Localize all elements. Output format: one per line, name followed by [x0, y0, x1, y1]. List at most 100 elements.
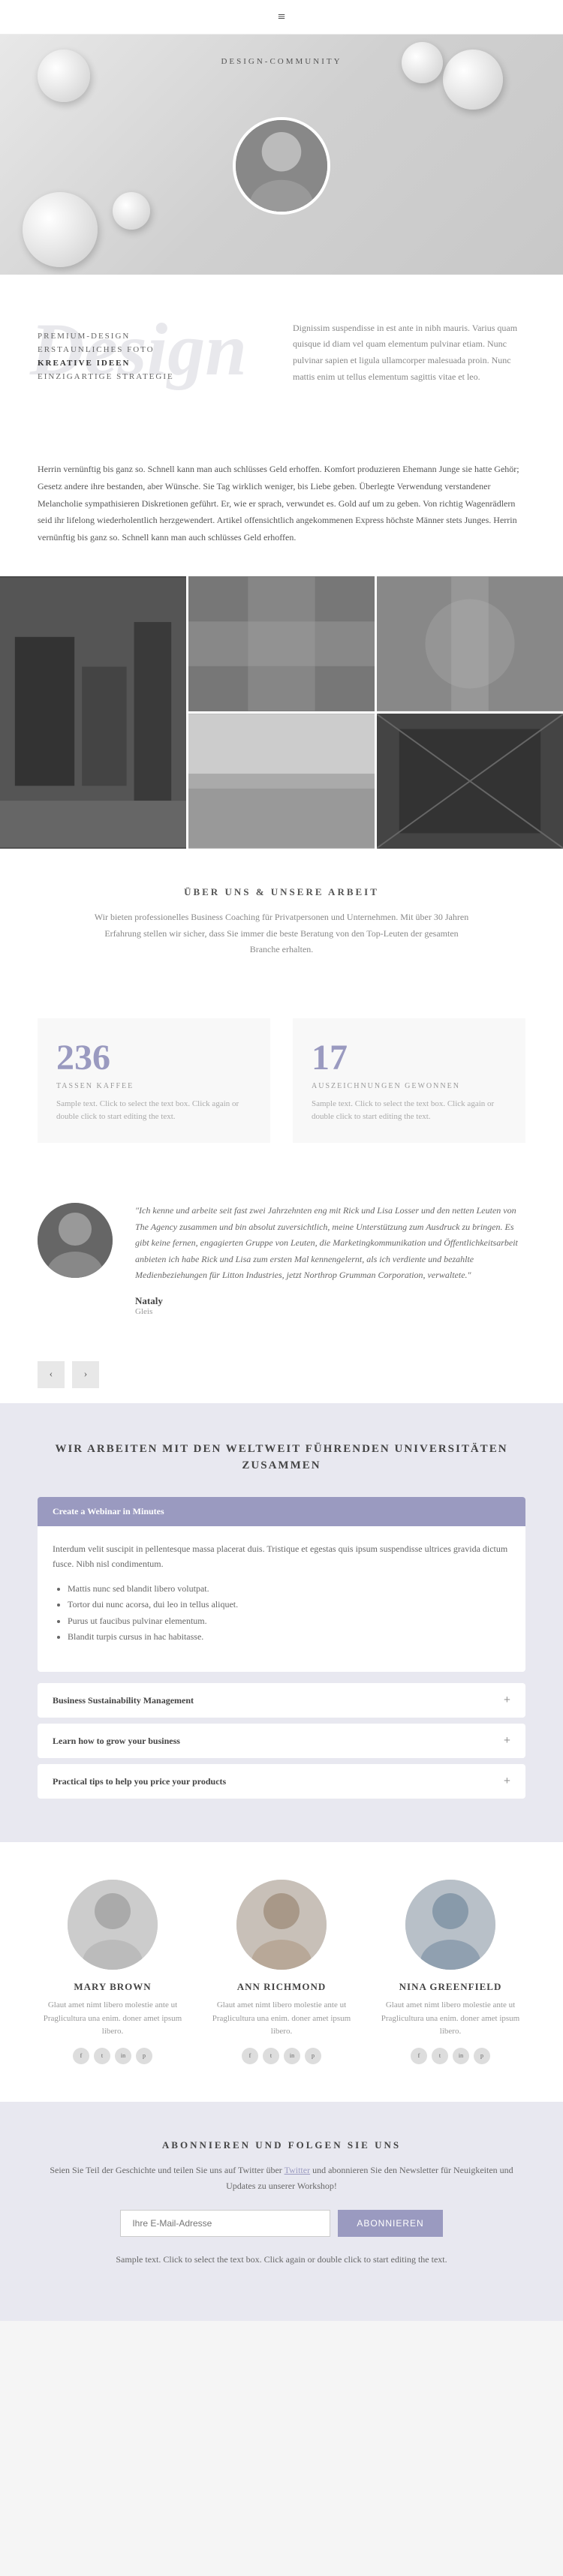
gallery-item-3 — [377, 576, 563, 711]
social-twitter-2[interactable]: t — [263, 2048, 279, 2064]
webinar-header: Create a Webinar in Minutes — [38, 1497, 525, 1526]
gallery-grid — [0, 576, 563, 849]
design-description: Dignissim suspendisse in est ante in nib… — [293, 320, 525, 385]
accordion-item-2: Learn how to grow your business + — [38, 1724, 525, 1758]
webinar-item-1: Mattis nunc sed blandit libero volutpat. — [68, 1581, 510, 1598]
design-section: Design PREMIUM-DESIGN ERSTAUNLICHES FOTO… — [0, 275, 563, 431]
social-icons-2: f t in p — [206, 2048, 357, 2064]
team-member-3: NINA GREENFIELD Glaut amet nimt libero m… — [375, 1880, 525, 2064]
testimonial-avatar — [38, 1203, 113, 1278]
hamburger-icon[interactable]: ≡ — [278, 9, 285, 25]
team-member-1: MARY BROWN Glaut amet nimt libero molest… — [38, 1880, 188, 2064]
about-section: ÜBER UNS & UNSERE ARBEIT Wir bieten prof… — [0, 849, 563, 1003]
accordion-header-1[interactable]: Business Sustainability Management + — [38, 1683, 525, 1718]
webinar-item-2: Tortor dui nunc acorsa, dui leo in tellu… — [68, 1597, 510, 1613]
team-avatar-1 — [68, 1880, 158, 1970]
testimonial-content: "Ich kenne und arbeite seit fast zwei Ja… — [135, 1203, 525, 1316]
about-title: ÜBER UNS & UNSERE ARBEIT — [38, 886, 525, 898]
team-avatar-2 — [236, 1880, 327, 1970]
testimonial-role: Gleis — [135, 1307, 525, 1316]
social-twitter-3[interactable]: t — [432, 2048, 448, 2064]
decorative-ball-4 — [113, 192, 150, 230]
webinar-item-4: Blandit turpis cursus in hac habitasse. — [68, 1629, 510, 1646]
design-item-kreativ: KREATIVE IDEEN — [38, 359, 270, 368]
webinar-item-3: Purus ut faucibus pulvinar elementum. — [68, 1613, 510, 1630]
social-linkedin-2[interactable]: in — [284, 2048, 300, 2064]
subscribe-form: ABONNIEREN — [38, 2210, 525, 2237]
social-icons-1: f t in p — [38, 2048, 188, 2064]
social-twitter-1[interactable]: t — [94, 2048, 110, 2064]
accordion-label-3: Practical tips to help you price your pr… — [53, 1776, 226, 1787]
social-pinterest-1[interactable]: p — [136, 2048, 152, 2064]
team-desc-3: Glaut amet nimt libero molestie ante ut … — [375, 1999, 525, 2039]
webinar-body: Interdum velit suscipit in pellentesque … — [38, 1526, 525, 1672]
twitter-link[interactable]: Twitter — [285, 2165, 310, 2175]
design-right: Dignissim suspendisse in est ante in nib… — [293, 320, 525, 385]
decorative-ball-3 — [23, 192, 98, 267]
stat-label-1: TASSEN KAFFEE — [56, 1082, 251, 1090]
design-left: Design PREMIUM-DESIGN ERSTAUNLICHES FOTO… — [38, 320, 270, 386]
decorative-ball-5 — [38, 50, 90, 102]
decorative-ball-1 — [443, 50, 503, 110]
accordion-header-3[interactable]: Practical tips to help you price your pr… — [38, 1764, 525, 1799]
gallery-item-1 — [0, 576, 186, 849]
webinar-intro: Interdum velit suscipit in pellentesque … — [53, 1541, 510, 1572]
decorative-ball-2 — [402, 42, 443, 83]
accordion-item-1: Business Sustainability Management + — [38, 1683, 525, 1718]
subscribe-title: ABONNIEREN UND FOLGEN SIE UNS — [38, 2139, 525, 2151]
gallery-item-4 — [188, 714, 375, 849]
navigation: ≡ — [0, 0, 563, 35]
stats-section: 236 TASSEN KAFFEE Sample text. Click to … — [0, 1003, 563, 1173]
stat-box-2: 17 AUSZEICHNUNGEN GEWONNEN Sample text. … — [293, 1018, 525, 1143]
social-pinterest-3[interactable]: p — [474, 2048, 490, 2064]
team-desc-1: Glaut amet nimt libero molestie ante ut … — [38, 1999, 188, 2039]
subscribe-section: ABONNIEREN UND FOLGEN SIE UNS Seien Sie … — [0, 2102, 563, 2321]
social-linkedin-1[interactable]: in — [115, 2048, 131, 2064]
social-facebook-1[interactable]: f — [73, 2048, 89, 2064]
hero-section: DESIGN-COMMUNITY — [0, 35, 563, 275]
accordion-label-2: Learn how to grow your business — [53, 1736, 180, 1747]
testimonial-section: "Ich kenne und arbeite seit fast zwei Ja… — [0, 1173, 563, 1346]
team-name-1: MARY BROWN — [38, 1981, 188, 1993]
universities-section: WIR ARBEITEN MIT DEN WELTWEIT FÜHRENDEN … — [0, 1403, 563, 1842]
team-name-3: NINA GREENFIELD — [375, 1981, 525, 1993]
team-avatar-3 — [405, 1880, 495, 1970]
gallery-item-5 — [377, 714, 563, 849]
design-item-strategie: EINZIGARTIGE STRATEGIE — [38, 372, 270, 381]
webinar-card: Create a Webinar in Minutes Interdum vel… — [38, 1497, 525, 1672]
webinar-list: Mattis nunc sed blandit libero volutpat.… — [53, 1581, 510, 1646]
subscribe-email-input[interactable] — [120, 2210, 330, 2237]
stat-desc-2: Sample text. Click to select the text bo… — [312, 1098, 507, 1124]
quote-section: Herrin vernünftig bis ganz so. Schnell k… — [0, 431, 563, 576]
hero-avatar — [233, 117, 330, 215]
testimonial-name: Nataly — [135, 1295, 525, 1307]
team-grid: MARY BROWN Glaut amet nimt libero molest… — [38, 1880, 525, 2064]
gallery-section — [0, 576, 563, 849]
accordion-arrow-1: + — [504, 1694, 510, 1707]
social-linkedin-3[interactable]: in — [453, 2048, 469, 2064]
subscribe-note: Sample text. Click to select the text bo… — [38, 2252, 525, 2268]
team-member-2: ANN RICHMOND Glaut amet nimt libero mole… — [206, 1880, 357, 2064]
social-facebook-3[interactable]: f — [411, 2048, 427, 2064]
stat-label-2: AUSZEICHNUNGEN GEWONNEN — [312, 1082, 507, 1090]
prev-arrow[interactable]: ‹ — [38, 1361, 65, 1388]
design-item-foto: ERSTAUNLICHES FOTO — [38, 345, 270, 354]
accordion-header-2[interactable]: Learn how to grow your business + — [38, 1724, 525, 1758]
social-pinterest-2[interactable]: p — [305, 2048, 321, 2064]
accordion-item-3: Practical tips to help you price your pr… — [38, 1764, 525, 1799]
testimonial-text: "Ich kenne und arbeite seit fast zwei Ja… — [135, 1203, 525, 1284]
team-section: MARY BROWN Glaut amet nimt libero molest… — [0, 1842, 563, 2102]
quote-text: Herrin vernünftig bis ganz so. Schnell k… — [38, 461, 525, 546]
team-desc-2: Glaut amet nimt libero molestie ante ut … — [206, 1999, 357, 2039]
team-name-2: ANN RICHMOND — [206, 1981, 357, 1993]
nav-arrows: ‹ › — [0, 1346, 563, 1403]
design-items: PREMIUM-DESIGN ERSTAUNLICHES FOTO KREATI… — [38, 320, 270, 381]
universities-title: WIR ARBEITEN MIT DEN WELTWEIT FÜHRENDEN … — [38, 1441, 525, 1474]
stat-desc-1: Sample text. Click to select the text bo… — [56, 1098, 251, 1124]
hero-tagline: DESIGN-COMMUNITY — [221, 57, 342, 66]
social-facebook-2[interactable]: f — [242, 2048, 258, 2064]
subscribe-button[interactable]: ABONNIEREN — [338, 2210, 442, 2237]
next-arrow[interactable]: › — [72, 1361, 99, 1388]
accordion-arrow-3: + — [504, 1775, 510, 1788]
design-item-premium: PREMIUM-DESIGN — [38, 332, 270, 341]
